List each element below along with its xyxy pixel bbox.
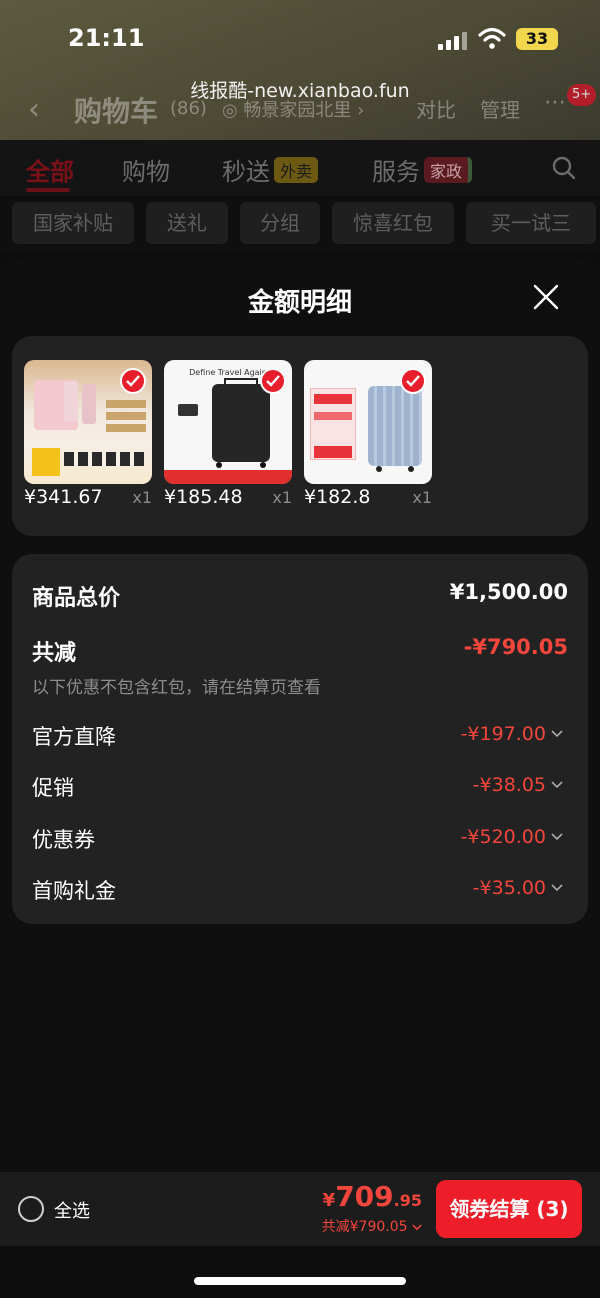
selected-check-icon [120,368,146,394]
close-icon[interactable] [532,283,560,311]
tab-services[interactable]: 服务 家政 [372,152,473,187]
tab-all[interactable]: 全部 [26,152,74,187]
active-tab-indicator [26,188,70,192]
select-all-radio[interactable] [18,1196,44,1222]
chevron-down-icon[interactable] [551,884,563,892]
discount-value-official[interactable]: -¥197.00 [461,723,546,745]
discount-value-promotion[interactable]: -¥38.05 [473,774,546,796]
filter-chip-subsidy[interactable]: 国家补贴 [12,202,134,244]
discount-note: 以下优惠不包含红包，请在结算页查看 [32,678,321,698]
price-decimal: .95 [393,1191,422,1210]
savings-text: 共减¥790.05 [321,1219,408,1235]
category-tab-bar: 全部 购物 秒送 外卖 服务 家政 [0,140,600,196]
currency-symbol: ¥ [322,1190,336,1211]
total-price-label: 商品总价 [32,586,121,611]
housekeeping-tag: 家政 [424,157,473,183]
filter-chip-red-packet[interactable]: 惊喜红包 [332,202,454,244]
discount-value-coupon[interactable]: -¥520.00 [461,826,546,848]
product-price: ¥341.67 [24,486,103,508]
tab-shopping[interactable]: 购物 [122,152,170,187]
selected-check-icon [400,368,426,394]
total-price-value: ¥1,500.00 [449,580,568,604]
checkout-button[interactable]: 领券结算 (3) [436,1180,582,1238]
discount-label-promotion: 促销 [32,776,74,800]
price-integer: 709 [335,1180,394,1213]
product-image-black-suitcase: Define Travel Again [164,360,292,484]
filter-chip-row: 国家补贴 送礼 分组 惊喜红包 买一试三 [0,200,600,252]
watermark: 线报酷-new.xianbao.fun [190,80,410,102]
product-item[interactable]: ¥182.8 x1 [304,360,432,508]
filter-chip-gift[interactable]: 送礼 [146,202,228,244]
chevron-down-icon[interactable] [551,781,563,789]
battery-icon: 33 [516,28,558,50]
filter-chip-try[interactable]: 买一试三 [466,202,596,244]
discount-value-first-purchase[interactable]: -¥35.00 [473,877,546,899]
takeout-tag: 外卖 [274,157,319,183]
product-item[interactable]: Define Travel Again ¥185.48 x1 [164,360,292,508]
product-quantity: x1 [272,488,292,507]
checkout-savings[interactable]: 共减¥790.05 [322,1216,422,1236]
chevron-down-icon[interactable] [551,730,563,738]
product-price: ¥185.48 [164,486,243,508]
sheet-title: 金额明细 [247,288,352,318]
search-icon[interactable] [552,156,576,180]
status-time: 21:11 [68,24,145,52]
product-image-blue-suitcase [304,360,432,484]
product-quantity: x1 [412,488,432,507]
discount-label-first-purchase: 首购礼金 [32,879,116,903]
wifi-icon [478,27,506,49]
total-reduction-value: -¥790.05 [463,635,568,659]
filter-chip-group[interactable]: 分组 [240,202,320,244]
checkout-total-price: ¥709.95 [323,1180,422,1213]
selected-check-icon [260,368,286,394]
total-reduction-label: 共减 [32,641,77,666]
product-image-beauty-set [24,360,152,484]
select-all-label[interactable]: 全选 [54,1197,90,1223]
discount-label-coupon: 优惠券 [32,828,95,852]
product-quantity: x1 [132,488,152,507]
chevron-down-icon[interactable] [551,833,563,841]
discount-label-official: 官方直降 [32,725,116,749]
product-item[interactable]: ¥341.67 x1 [24,360,152,508]
home-indicator [194,1277,406,1285]
chevron-down-icon [412,1224,422,1231]
tab-instant-delivery[interactable]: 秒送 外卖 [222,152,319,187]
cellular-signal-icon [438,30,468,50]
product-price: ¥182.8 [304,486,371,508]
